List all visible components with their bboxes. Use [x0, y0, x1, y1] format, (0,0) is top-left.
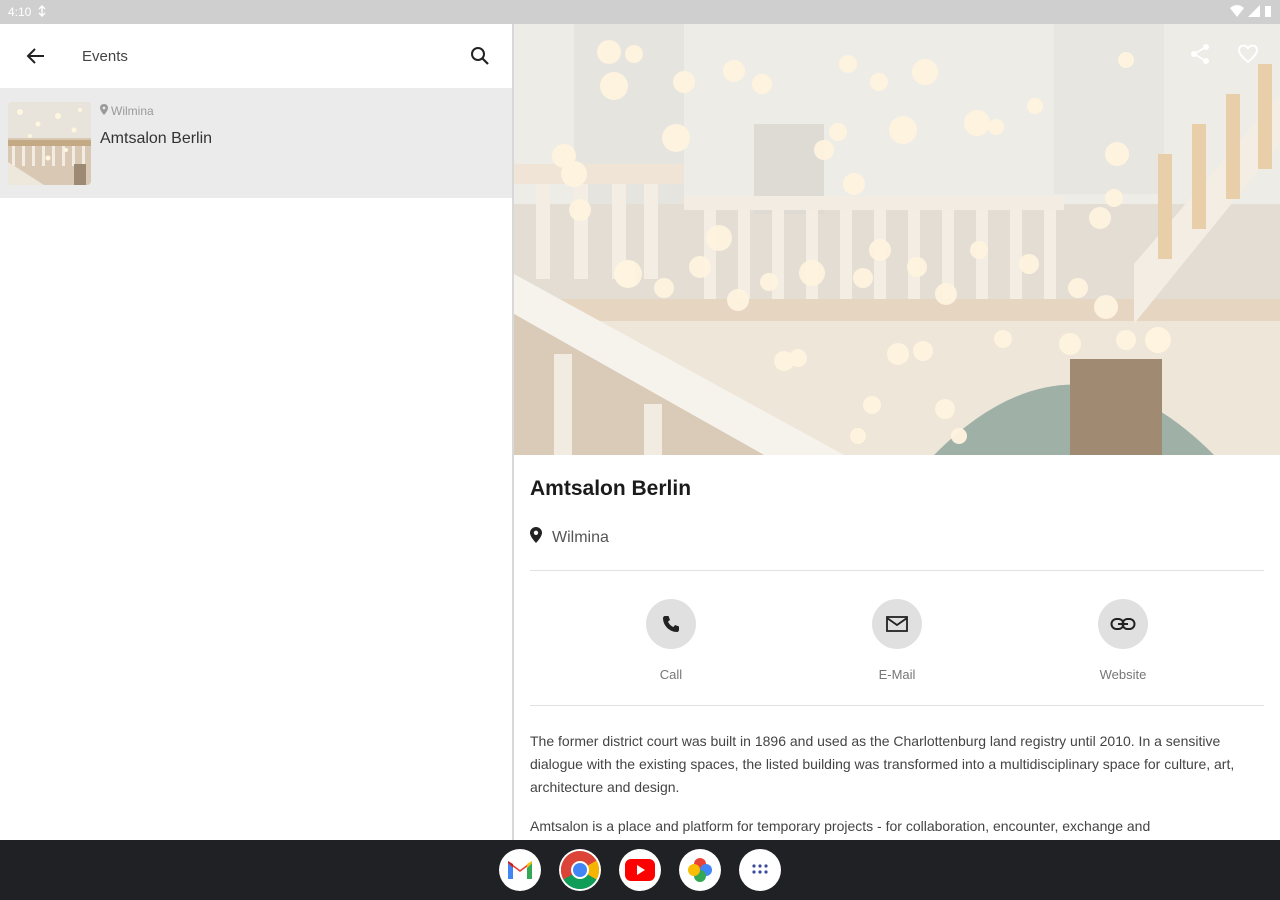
website-label: Website: [1099, 667, 1147, 682]
list-item-title: Amtsalon Berlin: [100, 130, 213, 147]
divider: [530, 705, 1264, 706]
status-time: 4:10: [8, 5, 32, 19]
phone-icon: [646, 599, 696, 649]
event-location: Wilmina: [530, 527, 1264, 548]
link-icon: [1098, 599, 1148, 649]
call-button[interactable]: Call: [626, 599, 716, 705]
list-item-location: Wilmina: [111, 104, 154, 118]
list-title: Events: [82, 47, 128, 65]
contact-actions: Call E-Mail Website: [530, 571, 1264, 705]
event-location-text: Wilmina: [552, 528, 609, 546]
list-toolbar: Events: [0, 24, 512, 88]
location-pin-icon: [530, 527, 542, 548]
mail-icon: [872, 599, 922, 649]
gmail-icon[interactable]: [499, 849, 541, 891]
event-thumbnail: [8, 102, 91, 185]
youtube-icon[interactable]: [619, 849, 661, 891]
email-button[interactable]: E-Mail: [852, 599, 942, 705]
event-detail-pane: Amtsalon Berlin Wilmina Call E-Mail Webs…: [514, 24, 1280, 840]
sync-icon: [37, 4, 47, 20]
location-pin-icon: [100, 104, 108, 118]
website-button[interactable]: Website: [1078, 599, 1168, 705]
event-description: The former district court was built in 1…: [530, 730, 1264, 838]
signal-icon: [1248, 4, 1260, 20]
event-hero-image: [514, 24, 1280, 455]
search-icon[interactable]: [468, 44, 492, 68]
email-label: E-Mail: [878, 667, 916, 682]
battery-icon: [1264, 5, 1272, 20]
heart-icon[interactable]: [1236, 42, 1260, 66]
back-arrow-icon[interactable]: [24, 44, 48, 68]
call-label: Call: [659, 667, 683, 682]
description-paragraph: Amtsalon is a place and platform for tem…: [530, 818, 1151, 834]
chrome-icon[interactable]: [559, 849, 601, 891]
events-list-pane: Events Wilmina Amtsalon Berlin: [0, 24, 512, 840]
taskbar: [0, 840, 1280, 900]
share-icon[interactable]: [1188, 42, 1212, 66]
photos-icon[interactable]: [679, 849, 721, 891]
event-title: Amtsalon Berlin: [530, 477, 692, 500]
status-bar: 4:10: [0, 0, 1280, 24]
app-drawer-icon[interactable]: [739, 849, 781, 891]
list-item[interactable]: Wilmina Amtsalon Berlin: [0, 88, 512, 198]
wifi-icon: [1230, 4, 1244, 20]
description-paragraph: The former district court was built in 1…: [530, 733, 1235, 795]
